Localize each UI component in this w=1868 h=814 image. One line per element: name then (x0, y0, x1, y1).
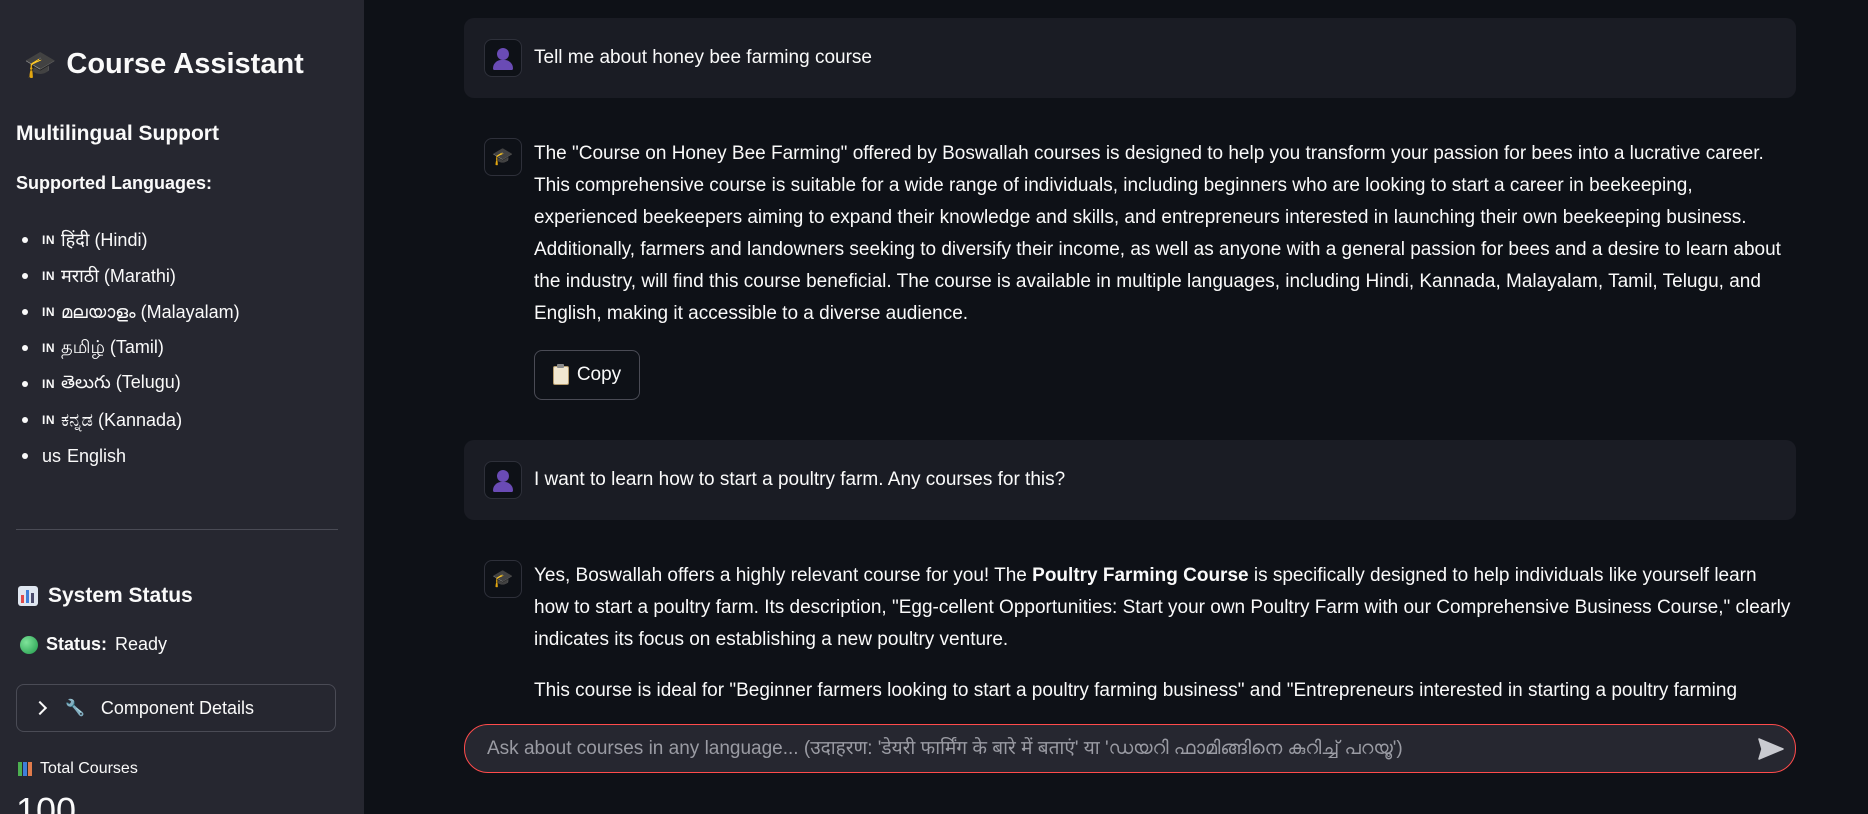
user-message: I want to learn how to start a poultry f… (464, 440, 1796, 520)
send-button[interactable] (1747, 725, 1795, 773)
course-name-bold: Poultry Farming Course (1032, 565, 1249, 586)
copy-button[interactable]: Copy (534, 350, 640, 400)
language-item: IN മലയാളം (Malayalam) (16, 294, 240, 330)
copy-button-label: Copy (576, 364, 622, 385)
user-message-text: I want to learn how to start a poultry f… (534, 469, 1066, 490)
language-item: US English (16, 438, 240, 474)
language-label: English (67, 445, 127, 466)
language-item: IN हिंदी (Hindi) (16, 222, 240, 258)
chat-area: Tell me about honey bee farming course 🎓… (364, 0, 1868, 814)
status-line: Status: Ready (20, 634, 167, 655)
metric-label-text: Total Courses (40, 760, 138, 777)
flag-in-icon: IN (42, 377, 55, 391)
flag-in-icon: IN (42, 341, 55, 355)
flag-in-icon: IN (42, 269, 55, 283)
user-message-text: Tell me about honey bee farming course (534, 47, 872, 68)
bar-chart-icon (18, 586, 38, 606)
assistant-avatar-icon: 🎓 (484, 560, 522, 598)
assistant-text-part: Yes, Boswallah offers a highly relevant … (534, 565, 1033, 586)
language-label: தமிழ் (Tamil) (61, 336, 164, 357)
chat-input[interactable] (485, 736, 1747, 761)
flag-in-icon: IN (42, 233, 55, 247)
assistant-avatar-icon: 🎓 (484, 138, 522, 176)
user-avatar-icon (484, 461, 522, 499)
language-label: తెలుగు (Telugu) (61, 371, 181, 392)
supported-languages-heading: Supported Languages: (16, 173, 213, 193)
status-value: Ready (115, 634, 168, 654)
component-details-label: Component Details (100, 697, 255, 718)
system-status-heading-text: System Status (48, 584, 193, 607)
flag-us-icon: US (42, 445, 62, 466)
clipboard-icon (552, 363, 569, 385)
language-list: IN हिंदी (Hindi) IN मराठी (Marathi) IN മലയാ… (16, 222, 240, 474)
assistant-message-text: Yes, Boswallah offers a highly relevant … (534, 560, 1796, 707)
chat-input-container[interactable] (464, 724, 1796, 773)
assistant-paragraph: Yes, Boswallah offers a highly relevant … (534, 560, 1796, 656)
flag-in-icon: IN (42, 305, 55, 319)
assistant-message: 🎓 The "Course on Honey Bee Farming" offe… (464, 124, 1796, 404)
sidebar-title-text: Course Assistant (66, 48, 304, 80)
system-status-heading: System Status (18, 584, 193, 608)
assistant-message: 🎓 Yes, Boswallah offers a highly relevan… (464, 546, 1796, 714)
language-item: IN ಕನ್ನಡ (Kannada) (16, 402, 240, 438)
books-icon (18, 762, 34, 776)
assistant-message-text: The "Course on Honey Bee Farming" offere… (534, 138, 1796, 330)
user-message: Tell me about honey bee farming course (464, 18, 1796, 98)
sidebar-divider (16, 529, 338, 530)
metric-label: Total Courses (18, 760, 138, 778)
multilingual-heading: Multilingual Support (16, 122, 219, 145)
send-icon (1758, 737, 1784, 760)
language-label: ಕನ್ನಡ (Kannada) (61, 409, 183, 430)
user-avatar-icon (484, 39, 522, 77)
language-label: മലയാളം (Malayalam) (61, 301, 240, 322)
sidebar: 🎓 Course Assistant Multilingual Support … (0, 0, 364, 814)
wrench-icon: 🔧 (65, 700, 85, 717)
status-green-icon (20, 635, 38, 654)
assistant-paragraph: The "Course on Honey Bee Farming" offere… (534, 143, 1781, 324)
flag-in-icon: IN (42, 413, 55, 427)
component-details-expander[interactable]: 🔧 Component Details (16, 684, 336, 732)
language-item: IN தமிழ் (Tamil) (16, 330, 240, 366)
metric-value: 100 (16, 790, 77, 814)
language-item: IN తెలుగు (Telugu) (16, 366, 240, 402)
graduation-cap-icon: 🎓 (24, 49, 57, 79)
status-label: Status: (46, 634, 108, 654)
language-label: मराठी (Marathi) (61, 266, 176, 286)
language-item: IN मराठी (Marathi) (16, 258, 240, 294)
chevron-right-icon (32, 700, 48, 716)
sidebar-title: 🎓 Course Assistant (24, 48, 304, 81)
language-label: हिंदी (Hindi) (61, 230, 148, 250)
